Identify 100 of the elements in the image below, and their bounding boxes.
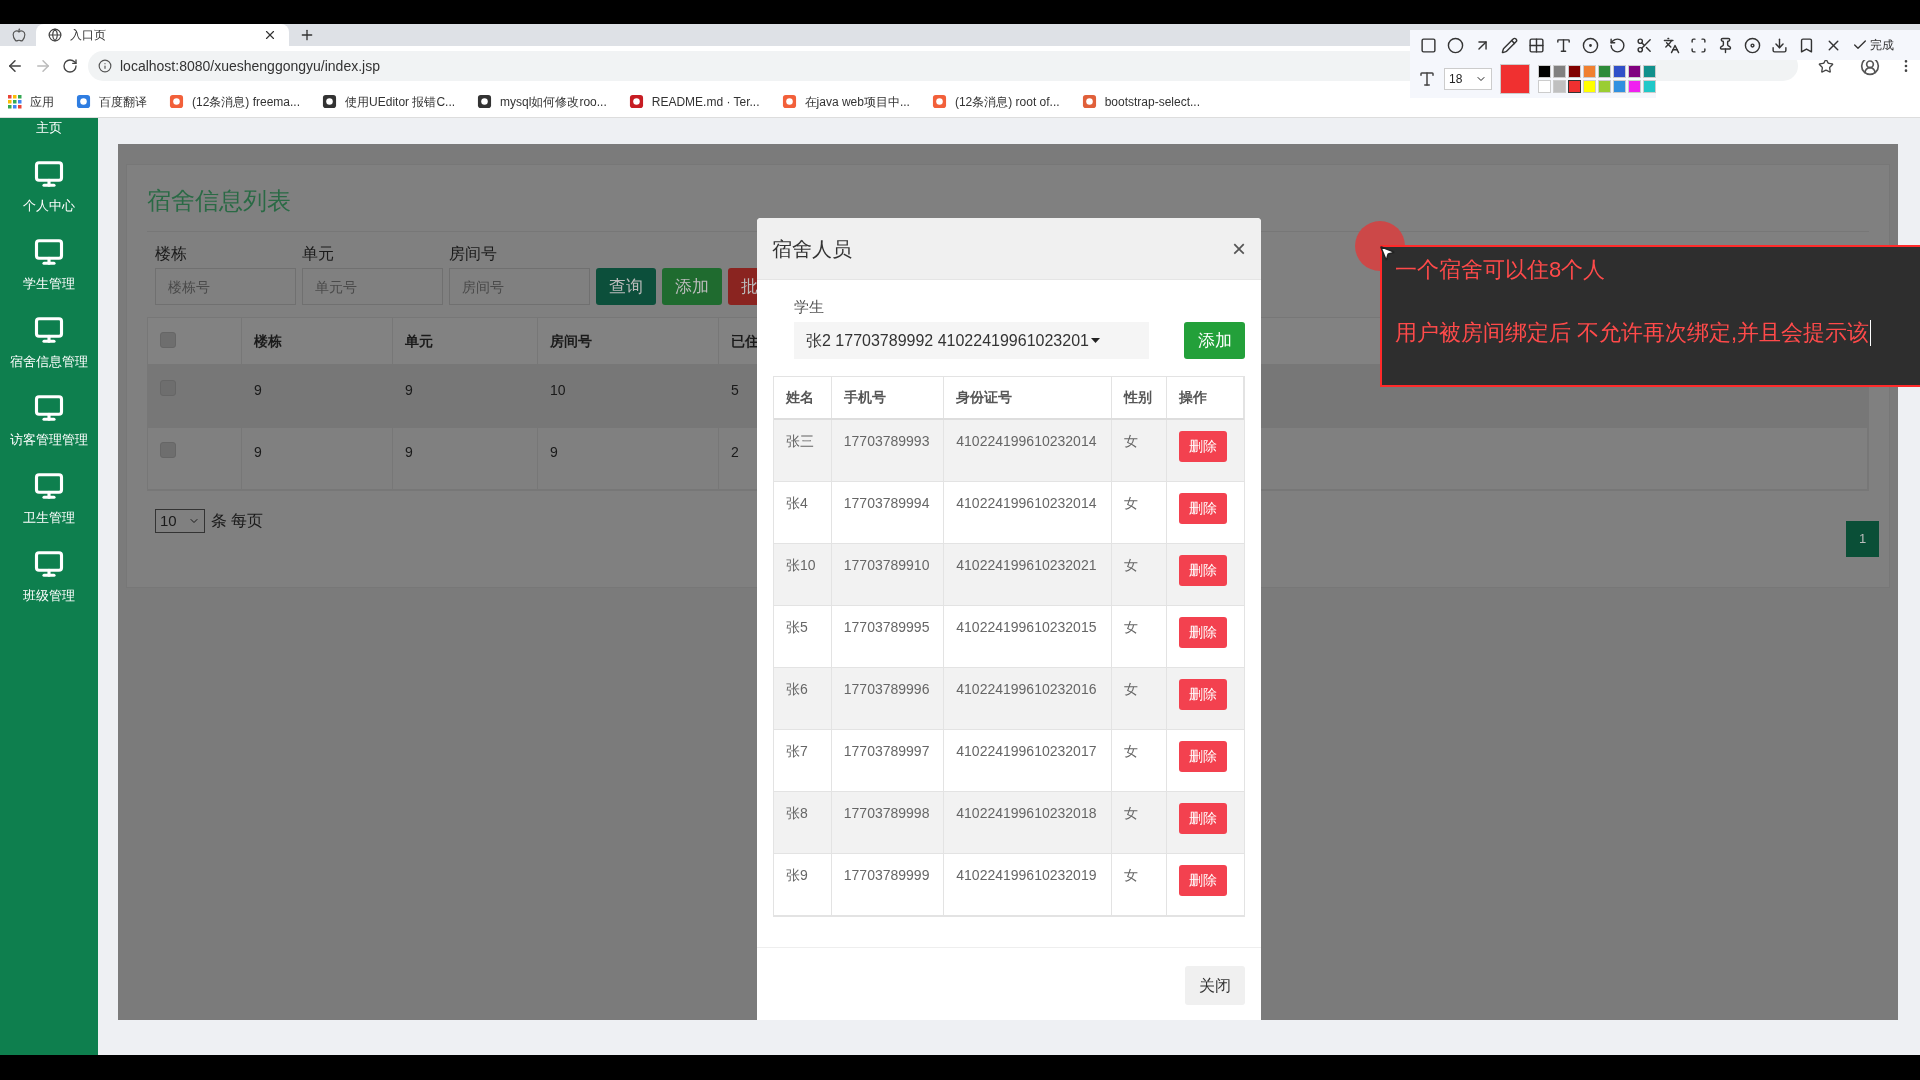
delete-button[interactable]: 删除 bbox=[1179, 431, 1228, 462]
bookmark-icon[interactable] bbox=[1798, 36, 1815, 54]
done-button[interactable]: 完成 bbox=[1852, 36, 1894, 54]
table-cell: 410224199610232014 bbox=[956, 495, 1097, 511]
table-cell: 女 bbox=[1123, 557, 1138, 573]
page-size-label: 条 每页 bbox=[211, 511, 264, 531]
scissors-icon[interactable] bbox=[1636, 36, 1653, 54]
back-icon[interactable] bbox=[6, 57, 24, 75]
color-swatch[interactable] bbox=[1568, 80, 1581, 93]
table-cell: 张10 bbox=[786, 557, 816, 573]
table-cell: 女 bbox=[1123, 681, 1138, 697]
caret-icon bbox=[1090, 338, 1100, 343]
pencil-icon[interactable] bbox=[1501, 36, 1518, 54]
student-select[interactable]: 张2 17703789992 41022419961023201 bbox=[794, 322, 1149, 359]
sidebar-item[interactable]: 学生管理 bbox=[0, 237, 98, 315]
toolbar-button[interactable]: 添加 bbox=[662, 268, 722, 305]
close-dialog-button[interactable]: 关闭 bbox=[1185, 966, 1245, 1005]
table-cell: 张9 bbox=[786, 867, 808, 883]
close-button[interactable]: × bbox=[1232, 236, 1246, 261]
bookmark-link[interactable]: 在java web项目中... bbox=[781, 92, 910, 111]
font-size-icon bbox=[1418, 70, 1436, 88]
table-cell: 张三 bbox=[786, 433, 814, 449]
table-cell: 410224199610232015 bbox=[956, 619, 1097, 635]
monitor-icon bbox=[34, 237, 64, 267]
bookmark-link[interactable]: README.md · Ter... bbox=[628, 92, 760, 111]
checkbox[interactable] bbox=[160, 442, 176, 458]
table-cell: 2 bbox=[731, 444, 739, 460]
table-cell: 女 bbox=[1123, 495, 1138, 511]
table-cell: 17703789910 bbox=[843, 557, 930, 573]
annotation-text: 一个宿舍可以住8个人 bbox=[1395, 256, 1607, 284]
new-tab-icon[interactable] bbox=[299, 27, 315, 43]
sidebar-item[interactable]: 访客管理管理 bbox=[0, 393, 98, 471]
mosaic-icon[interactable] bbox=[1528, 36, 1545, 54]
table-cell: 9 bbox=[550, 444, 558, 460]
bookmark-link[interactable]: mysql如何修改roo... bbox=[477, 92, 607, 111]
sidebar-item[interactable]: 宿舍信息管理 bbox=[0, 315, 98, 393]
table-cell: 410224199610232021 bbox=[956, 557, 1097, 573]
bookmark-link[interactable]: bootstrap-select... bbox=[1081, 92, 1200, 111]
delete-button[interactable]: 删除 bbox=[1179, 741, 1228, 772]
add-button[interactable]: 添加 bbox=[1184, 322, 1245, 359]
record-icon[interactable] bbox=[1744, 36, 1761, 54]
sidebar-item[interactable]: 主页 bbox=[0, 118, 98, 159]
close-tab-icon[interactable] bbox=[263, 28, 277, 42]
apps-grid-icon[interactable] bbox=[8, 94, 22, 109]
column-header: 性别 bbox=[1123, 388, 1152, 407]
globe-icon bbox=[48, 28, 62, 42]
table-cell: 5 bbox=[731, 382, 739, 398]
bookmark-link[interactable]: 使用UEditor 报错C... bbox=[322, 92, 456, 111]
column-header: 单元 bbox=[405, 331, 433, 351]
scan-icon[interactable] bbox=[1690, 36, 1707, 54]
sidebar-item[interactable]: 卫生管理 bbox=[0, 471, 98, 549]
field-label: 学生 bbox=[794, 298, 825, 316]
filter-label: 楼栋 bbox=[155, 244, 188, 264]
delete-button[interactable]: 删除 bbox=[1179, 865, 1228, 896]
star-icon[interactable] bbox=[1818, 58, 1834, 74]
monitor-icon bbox=[34, 159, 64, 189]
url-text: localhost:8080/xueshenggongyu/index.jsp bbox=[120, 56, 380, 76]
bookmark-link[interactable]: 应用 bbox=[30, 92, 54, 111]
bookmark-link[interactable]: (12条消息) freema... bbox=[169, 92, 301, 111]
table-cell: 9 bbox=[254, 444, 262, 460]
delete-button[interactable]: 删除 bbox=[1179, 679, 1228, 710]
filter-label: 房间号 bbox=[449, 244, 498, 264]
toolbar-button[interactable]: 查询 bbox=[596, 268, 656, 305]
delete-button[interactable]: 删除 bbox=[1179, 555, 1228, 586]
info-icon bbox=[98, 59, 112, 73]
table-cell: 张8 bbox=[786, 805, 808, 821]
table-cell: 410224199610232017 bbox=[956, 743, 1097, 759]
delete-button[interactable]: 删除 bbox=[1179, 803, 1228, 834]
reload-icon[interactable] bbox=[62, 58, 78, 74]
text-tool-icon[interactable] bbox=[1555, 36, 1572, 54]
sidebar-item[interactable]: 班级管理 bbox=[0, 549, 98, 627]
bookmark-link[interactable]: (12条消息) root of... bbox=[931, 92, 1060, 111]
browser-tab[interactable]: 入口页 bbox=[36, 24, 289, 46]
circle-dot-icon[interactable] bbox=[1582, 36, 1599, 54]
current-color-swatch[interactable] bbox=[1500, 64, 1530, 94]
font-size-select[interactable]: 18 bbox=[1444, 68, 1492, 90]
table-cell: 9 bbox=[405, 382, 413, 398]
undo-icon[interactable] bbox=[1609, 36, 1626, 54]
bookmark-link[interactable]: 百度翻译 bbox=[76, 92, 147, 111]
table-cell: 17703789998 bbox=[843, 805, 930, 821]
table-cell: 张5 bbox=[786, 619, 808, 635]
table-cell: 女 bbox=[1123, 433, 1138, 449]
column-header: 房间号 bbox=[550, 331, 592, 351]
square-icon[interactable] bbox=[1420, 36, 1437, 54]
table-cell: 410224199610232014 bbox=[956, 433, 1097, 449]
pin-icon[interactable] bbox=[1717, 36, 1734, 54]
translate-icon[interactable] bbox=[1663, 36, 1680, 54]
page-size-select[interactable]: 10 bbox=[155, 509, 205, 533]
delete-button[interactable]: 删除 bbox=[1179, 617, 1228, 648]
circle-icon[interactable] bbox=[1447, 36, 1464, 54]
checkbox[interactable] bbox=[160, 332, 176, 348]
monitor-icon bbox=[34, 549, 64, 579]
delete-button[interactable]: 删除 bbox=[1179, 493, 1228, 524]
annotation-text: 用户被房间绑定后 不允许再次绑定,并且会提示该 bbox=[1395, 319, 1870, 347]
table-cell: 女 bbox=[1123, 867, 1138, 883]
column-header: 楼栋 bbox=[254, 331, 282, 351]
apple-icon[interactable] bbox=[12, 28, 26, 42]
sidebar-item[interactable]: 个人中心 bbox=[0, 159, 98, 237]
page-button[interactable]: 1 bbox=[1846, 521, 1879, 557]
download-icon[interactable] bbox=[1771, 36, 1788, 54]
